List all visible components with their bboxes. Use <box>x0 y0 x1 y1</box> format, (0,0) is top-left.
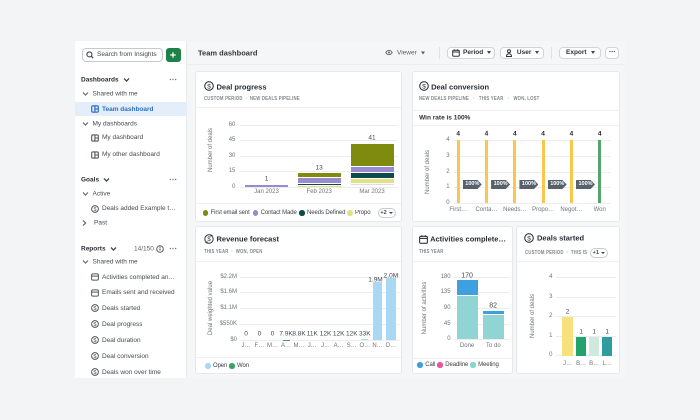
svg-text:$: $ <box>94 338 97 344</box>
svg-text:$: $ <box>94 306 97 312</box>
svg-text:$: $ <box>94 207 97 213</box>
svg-text:$: $ <box>422 83 426 90</box>
svg-text:$: $ <box>94 354 97 360</box>
svg-text:$: $ <box>94 322 97 328</box>
svg-text:$: $ <box>527 235 531 242</box>
svg-text:$: $ <box>94 370 97 376</box>
svg-text:$: $ <box>207 83 211 90</box>
